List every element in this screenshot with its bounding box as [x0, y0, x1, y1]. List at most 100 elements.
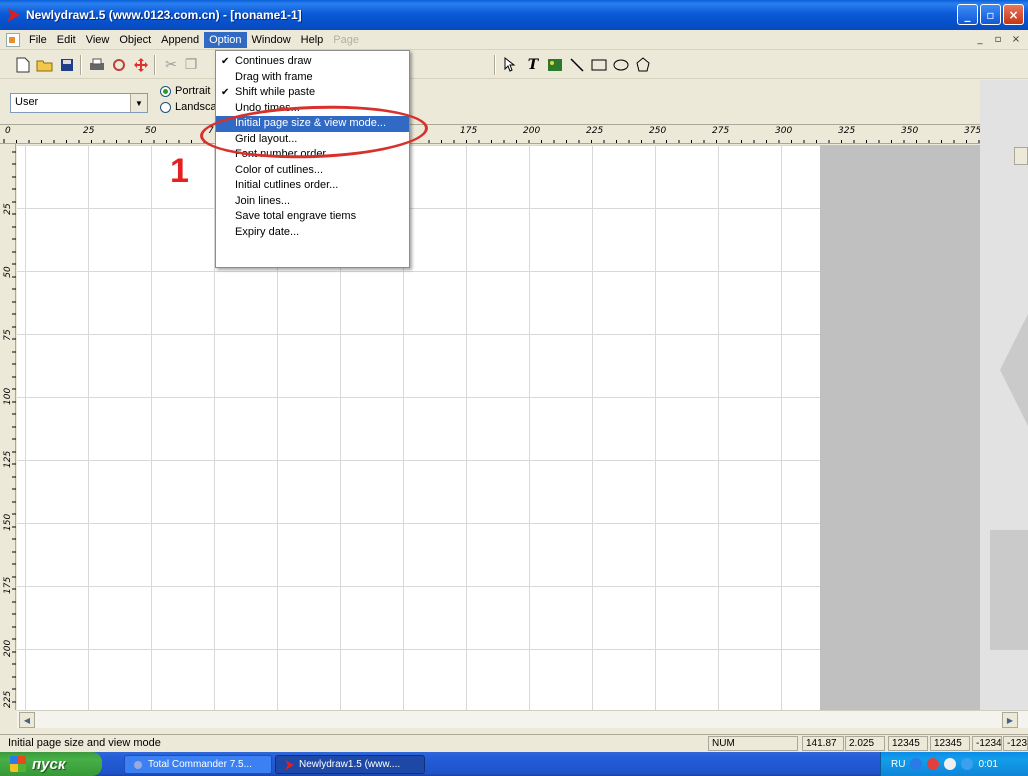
task-label: Newlydraw1.5 (www....	[299, 759, 401, 770]
menu-item-initial-cutlines-order[interactable]: Initial cutlines order...	[216, 178, 409, 194]
scroll-left-button[interactable]: ◀	[19, 712, 35, 728]
menu-append[interactable]: Append	[156, 32, 204, 48]
taskbar-item-newlydraw[interactable]: Newlydraw1.5 (www....	[275, 755, 425, 774]
status-message: Initial page size and view mode	[8, 737, 161, 749]
menu-item-undo-times[interactable]: Undo times...	[216, 101, 409, 117]
rectangle-tool-icon[interactable]	[590, 56, 608, 74]
coords-readout: 141.87	[802, 736, 844, 751]
windows-flag-icon	[10, 756, 26, 772]
ellipse-tool-icon[interactable]	[612, 56, 630, 74]
text-tool-icon[interactable]: T	[524, 56, 542, 74]
menu-object[interactable]: Object	[114, 32, 156, 48]
scroll-right-button[interactable]: ▶	[1002, 712, 1018, 728]
title-bar[interactable]: Newlydraw1.5 (www.0123.com.cn) - [noname…	[0, 0, 1028, 30]
menu-item-save-total-engrave[interactable]: Save total engrave tiems	[216, 209, 409, 225]
mdi-restore-button[interactable]: ▫	[990, 32, 1006, 46]
scroll-up-button[interactable]	[1014, 147, 1028, 165]
menu-item-continues-draw[interactable]: ✔ Continues draw	[216, 54, 409, 70]
app-icon	[7, 8, 20, 22]
toolbar-separator	[154, 55, 156, 75]
menu-item-label: Initial page size & view mode...	[235, 117, 387, 129]
copy-icon[interactable]: ❐	[182, 56, 200, 74]
horizontal-scrollbar[interactable]: ◀ ▶	[17, 710, 1028, 728]
menu-item-initial-page-size[interactable]: Initial page size & view mode...	[216, 116, 409, 132]
menu-item-label: Color of cutlines...	[235, 163, 324, 176]
menu-file[interactable]: File	[24, 32, 52, 48]
move-icon[interactable]	[132, 56, 150, 74]
ruler-label: 225	[586, 126, 604, 136]
newlydraw-icon	[285, 759, 294, 770]
menu-item-shift-while-paste[interactable]: ✔ Shift while paste	[216, 85, 409, 101]
taskbar-item-total-commander[interactable]: Total Commander 7.5...	[124, 755, 272, 774]
menu-item-label: Undo times...	[235, 101, 300, 114]
maximize-button[interactable]: ▫	[980, 4, 1001, 25]
document-icon[interactable]	[6, 32, 20, 47]
new-icon[interactable]	[14, 56, 32, 74]
landscape-radio[interactable]	[160, 101, 171, 113]
volume-icon[interactable]	[961, 758, 974, 770]
chevron-down-icon[interactable]: ▼	[130, 94, 147, 112]
portrait-radio[interactable]	[160, 85, 171, 97]
ruler-label: 300	[775, 126, 793, 136]
ruler-label: 50	[3, 266, 13, 278]
start-button[interactable]: пуск	[0, 752, 102, 776]
start-label: пуск	[32, 755, 66, 773]
menu-item-label: Initial cutlines order...	[235, 179, 339, 191]
language-indicator[interactable]: RU	[891, 759, 905, 770]
ruler-label: 350	[901, 126, 919, 136]
close-button[interactable]: ×	[1003, 4, 1024, 25]
value-readout: 12345	[930, 736, 970, 751]
value-readout: -12345	[972, 736, 1002, 751]
ruler-label: 275	[712, 126, 730, 136]
clock: 0:01	[978, 758, 998, 770]
network-icon[interactable]	[910, 758, 923, 770]
ruler-label: 0	[5, 126, 11, 136]
select-arrow-icon[interactable]	[502, 56, 520, 74]
menu-option[interactable]: Option	[204, 31, 247, 48]
line-tool-icon[interactable]	[568, 56, 586, 74]
menu-window[interactable]: Window	[247, 32, 296, 48]
landscape-option[interactable]: Landsca	[160, 101, 217, 113]
menu-item-label: Save total engrave tiems	[235, 210, 357, 222]
main-toolbar: ✂ ❐ T	[0, 51, 1028, 79]
num-indicator: NUM	[708, 736, 798, 751]
ruler-label: 200	[523, 126, 541, 136]
print-icon[interactable]	[88, 56, 106, 74]
menu-edit[interactable]: Edit	[52, 32, 81, 48]
menu-help[interactable]: Help	[296, 32, 329, 48]
vertical-ruler-ticks	[12, 151, 16, 703]
page-size-value: User	[15, 96, 39, 108]
ruler-label: 325	[838, 126, 856, 136]
menu-item-join-lines[interactable]: Join lines...	[216, 194, 409, 210]
mdi-close-button[interactable]: ×	[1008, 32, 1024, 46]
image-tool-icon[interactable]	[546, 56, 564, 74]
decorative-shape	[990, 530, 1028, 650]
portrait-option[interactable]: Portrait	[160, 85, 210, 97]
polygon-tool-icon[interactable]	[634, 56, 652, 74]
menu-item-drag-with-frame[interactable]: Drag with frame	[216, 70, 409, 86]
ruler-label: 25	[83, 126, 95, 136]
antivirus-icon[interactable]	[927, 758, 940, 770]
menu-item-font-number-order[interactable]: Font number order...	[216, 147, 409, 163]
menu-item-grid-layout[interactable]: Grid layout...	[216, 132, 409, 148]
page-size-select[interactable]: User ▼	[10, 93, 148, 113]
save-icon[interactable]	[58, 56, 76, 74]
check-icon: ✔	[221, 87, 230, 98]
toolbar-separator	[494, 55, 496, 75]
window-title: Newlydraw1.5 (www.0123.com.cn) - [noname…	[26, 8, 302, 22]
menu-bar: File Edit View Object Append Option Wind…	[0, 30, 1028, 50]
menu-item-color-of-cutlines[interactable]: Color of cutlines...	[216, 163, 409, 179]
open-icon[interactable]	[36, 56, 54, 74]
minimize-button[interactable]: _	[957, 4, 978, 25]
print-preview-icon[interactable]	[110, 56, 128, 74]
menu-item-label: Drag with frame	[235, 70, 313, 83]
menu-view[interactable]: View	[81, 32, 115, 48]
tray-app-icon[interactable]	[944, 758, 957, 770]
menu-item-label: Shift while paste	[235, 86, 316, 98]
drawing-canvas[interactable]	[17, 145, 820, 710]
mdi-minimize-button[interactable]: _	[972, 32, 988, 46]
off-page-area	[820, 145, 980, 710]
portrait-label: Portrait	[175, 85, 211, 97]
cut-icon[interactable]: ✂	[162, 56, 180, 74]
menu-item-expiry-date[interactable]: Expiry date...	[216, 225, 409, 241]
